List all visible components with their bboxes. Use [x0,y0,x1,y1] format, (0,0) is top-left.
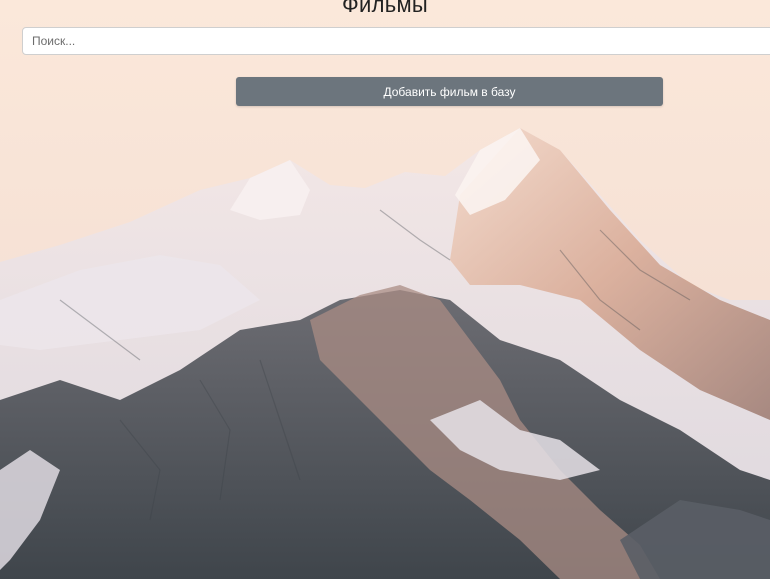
movies-page: Фильмы Добавить фильм в базу [0,0,770,579]
add-movie-button[interactable]: Добавить фильм в базу [236,77,663,106]
page-title: Фильмы [341,0,429,17]
search-input[interactable] [22,27,770,55]
